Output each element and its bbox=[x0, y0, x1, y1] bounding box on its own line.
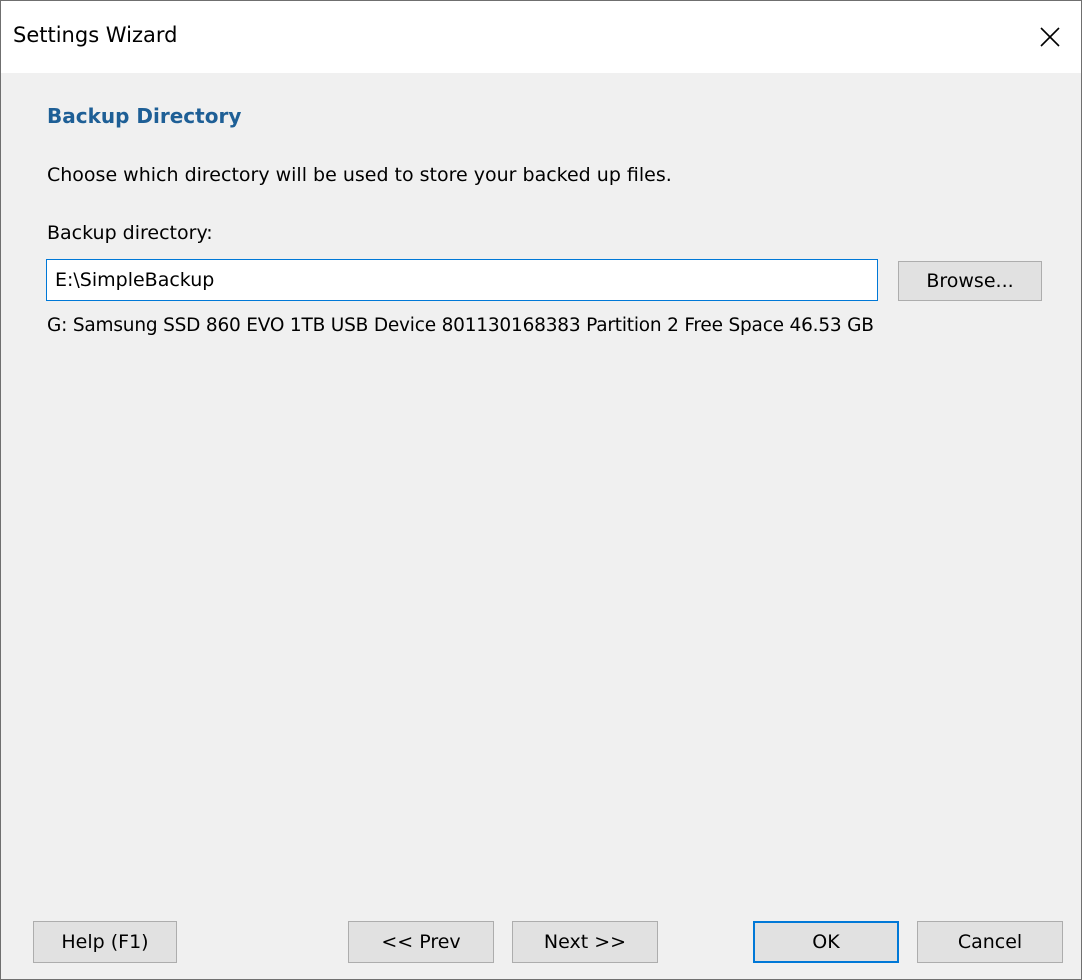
instruction-text: Choose which directory will be used to s… bbox=[47, 164, 672, 186]
help-button[interactable]: Help (F1) bbox=[33, 921, 177, 963]
drive-info-text: G: Samsung SSD 860 EVO 1TB USB Device 80… bbox=[47, 315, 874, 336]
browse-button[interactable]: Browse... bbox=[898, 261, 1042, 301]
ok-button[interactable]: OK bbox=[753, 921, 899, 963]
backup-directory-input[interactable] bbox=[46, 259, 878, 301]
prev-button[interactable]: << Prev bbox=[348, 921, 494, 963]
close-button[interactable] bbox=[1019, 1, 1081, 73]
window-edge bbox=[1, 73, 11, 979]
close-icon bbox=[1040, 27, 1060, 47]
page-heading: Backup Directory bbox=[47, 104, 242, 128]
window-title: Settings Wizard bbox=[13, 23, 178, 47]
cancel-button[interactable]: Cancel bbox=[917, 921, 1063, 963]
settings-wizard-window: Settings Wizard Backup Directory Choose … bbox=[0, 0, 1082, 980]
title-bar[interactable]: Settings Wizard bbox=[1, 1, 1081, 73]
next-button[interactable]: Next >> bbox=[512, 921, 658, 963]
backup-directory-label: Backup directory: bbox=[47, 222, 213, 244]
